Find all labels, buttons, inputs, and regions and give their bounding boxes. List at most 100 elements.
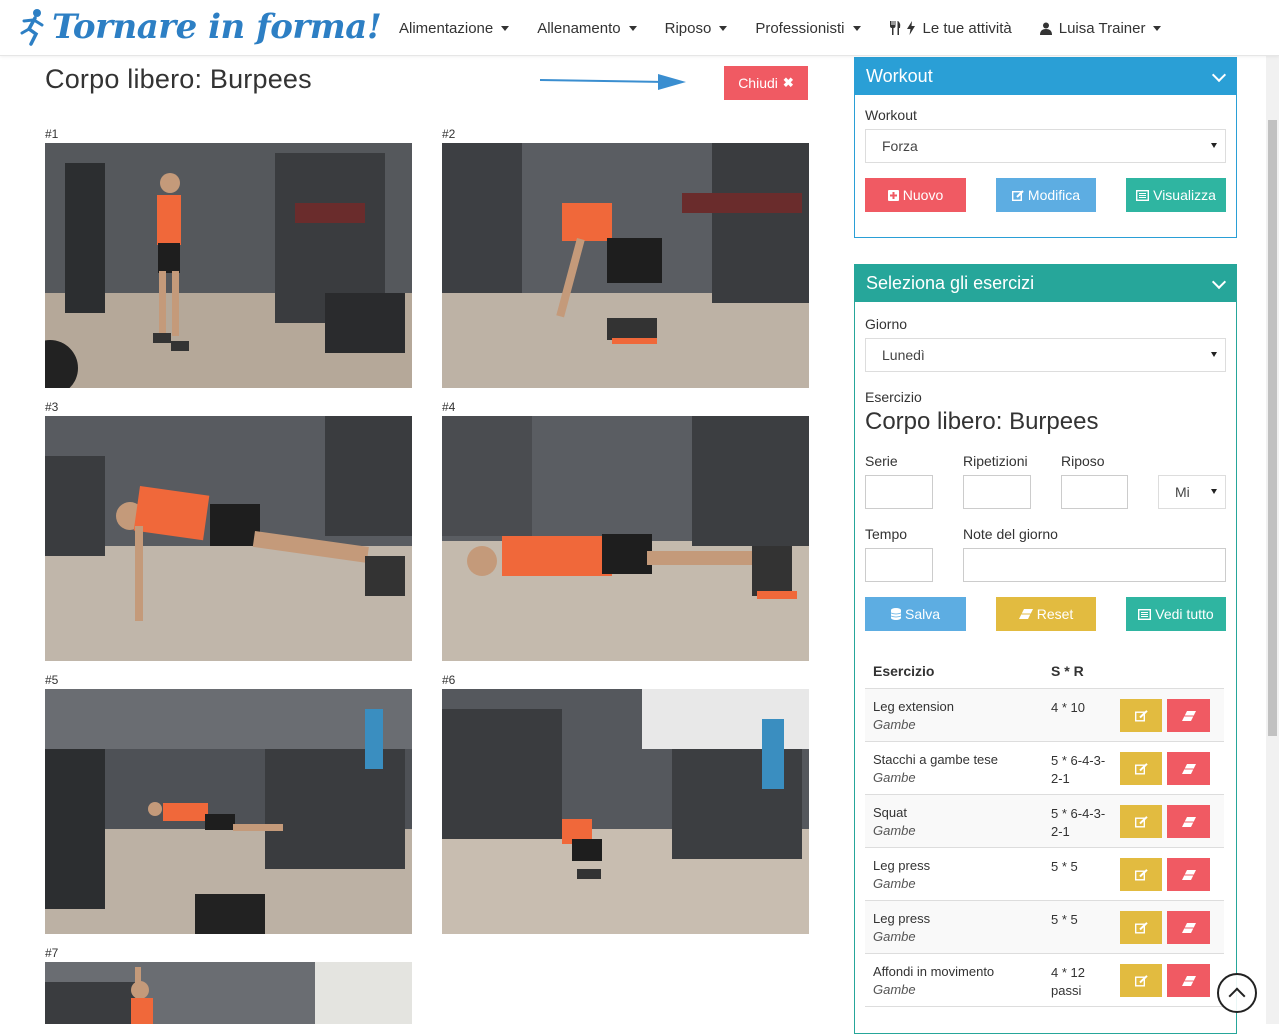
select-arrow-icon [1211,489,1217,494]
image-number: #6 [442,673,456,687]
row-delete-button[interactable] [1167,911,1210,944]
workout-panel-header[interactable]: Workout [855,58,1236,95]
chevron-down-icon [1211,274,1227,290]
row-delete-button[interactable] [1167,964,1210,997]
reset-button[interactable]: Reset [996,597,1096,631]
new-workout-button[interactable]: Nuovo [865,178,966,212]
ripetizioni-input[interactable] [963,475,1031,509]
eraser-icon [1181,816,1196,827]
save-button[interactable]: Salva [865,597,966,631]
view-all-button[interactable]: Vedi tutto [1126,597,1226,631]
eraser-icon [1181,975,1196,986]
exercise-image-3[interactable] [45,416,412,661]
page-scrollbar[interactable] [1266,56,1279,1024]
panel-title: Seleziona gli esercizi [866,273,1035,293]
riposo-label: Riposo [1061,453,1105,469]
view-workout-button[interactable]: Visualizza [1126,178,1226,212]
brand-logo[interactable]: Tornare in forma! [18,4,382,50]
row-exercise-name: Squat [873,805,907,820]
exercise-image-5[interactable] [45,689,412,934]
top-navbar: Tornare in forma! Alimentazione Allename… [0,0,1279,56]
row-edit-button[interactable] [1120,805,1162,838]
eraser-icon [1018,609,1033,619]
bolt-icon [906,21,915,35]
row-category: Gambe [873,717,916,732]
plus-square-icon [887,189,899,201]
user-name: Luisa Trainer [1058,19,1146,37]
edit-icon [1134,868,1148,881]
gym-photo [442,416,809,661]
edit-icon [1134,921,1148,934]
note-label: Note del giorno [963,526,1058,542]
arrow-right-icon [539,74,686,90]
row-series-reps: 5 * 6-4-3-2-1 [1051,806,1106,839]
nav-professionisti[interactable]: Professionisti [741,0,874,56]
close-icon: ✖ [782,75,794,90]
button-label: Vedi tutto [1155,606,1214,622]
exercise-image-7[interactable] [45,962,412,1024]
edit-icon [1134,762,1148,775]
gym-photo [45,962,412,1024]
serie-input[interactable] [865,475,933,509]
exercise-panel-header[interactable]: Seleziona gli esercizi [855,265,1236,302]
row-category: Gambe [873,876,916,891]
nav-activities[interactable]: Le tue attività [875,0,1026,56]
cutlery-icon [889,21,900,35]
riposo-input[interactable] [1061,475,1128,509]
row-edit-button[interactable] [1120,911,1162,944]
exercise-image-6[interactable] [442,689,809,934]
row-edit-button[interactable] [1120,699,1162,732]
row-delete-button[interactable] [1167,752,1210,785]
day-label: Giorno [865,316,908,332]
nav-allenamento[interactable]: Allenamento [523,0,650,56]
row-category: Gambe [873,823,916,838]
table-header: Esercizio S * R [865,653,1224,689]
eraser-icon [1181,869,1196,880]
riposo-unit-select[interactable]: Mi [1158,475,1226,509]
exercise-image-4[interactable] [442,416,809,661]
tempo-label: Tempo [865,526,908,542]
select-arrow-icon [1211,352,1217,357]
row-delete-button[interactable] [1167,699,1210,732]
select-value: Forza [882,138,918,154]
row-edit-button[interactable] [1120,858,1162,891]
row-delete-button[interactable] [1167,858,1210,891]
eraser-icon [1181,763,1196,774]
exercise-image-2[interactable] [442,143,809,388]
nav-user-menu[interactable]: Luisa Trainer [1026,0,1176,56]
exercise-image-1[interactable] [45,143,412,388]
row-edit-button[interactable] [1120,964,1162,997]
button-label: Reset [1036,606,1074,622]
row-exercise-name: Affondi in movimento [873,964,995,979]
select-value: Lunedì [882,347,925,363]
row-exercise-name: Leg press [873,911,931,926]
nav-riposo[interactable]: Riposo [651,0,742,56]
row-edit-button[interactable] [1120,752,1162,785]
row-series-reps: 4 * 12 passi [1051,965,1085,998]
gym-photo [442,143,809,388]
button-label: Nuovo [902,187,944,203]
user-icon [1039,22,1052,35]
close-label: Chiudi [738,75,778,91]
select-arrow-icon [1211,143,1217,148]
nav-alimentazione[interactable]: Alimentazione [385,0,523,56]
list-icon [1138,608,1152,620]
eraser-icon [1181,922,1196,933]
scroll-to-top-button[interactable] [1217,973,1257,1013]
note-input[interactable] [963,548,1226,582]
tempo-input[interactable] [865,548,933,582]
day-select[interactable]: Lunedì [865,338,1226,372]
row-exercise-name: Leg extension [873,699,954,714]
nav-label: Alimentazione [399,19,494,37]
edit-workout-button[interactable]: Modifica [996,178,1096,212]
panel-title: Workout [866,66,933,86]
workout-select[interactable]: Forza [865,129,1226,163]
row-delete-button[interactable] [1167,805,1210,838]
row-series-reps: 5 * 5 [1051,859,1078,874]
close-button[interactable]: Chiudi ✖ [724,66,808,100]
image-number: #5 [45,673,59,687]
eraser-icon [1181,710,1196,721]
edit-icon [1134,974,1148,987]
scrollbar-thumb[interactable] [1268,120,1277,736]
edit-icon [1011,189,1024,201]
